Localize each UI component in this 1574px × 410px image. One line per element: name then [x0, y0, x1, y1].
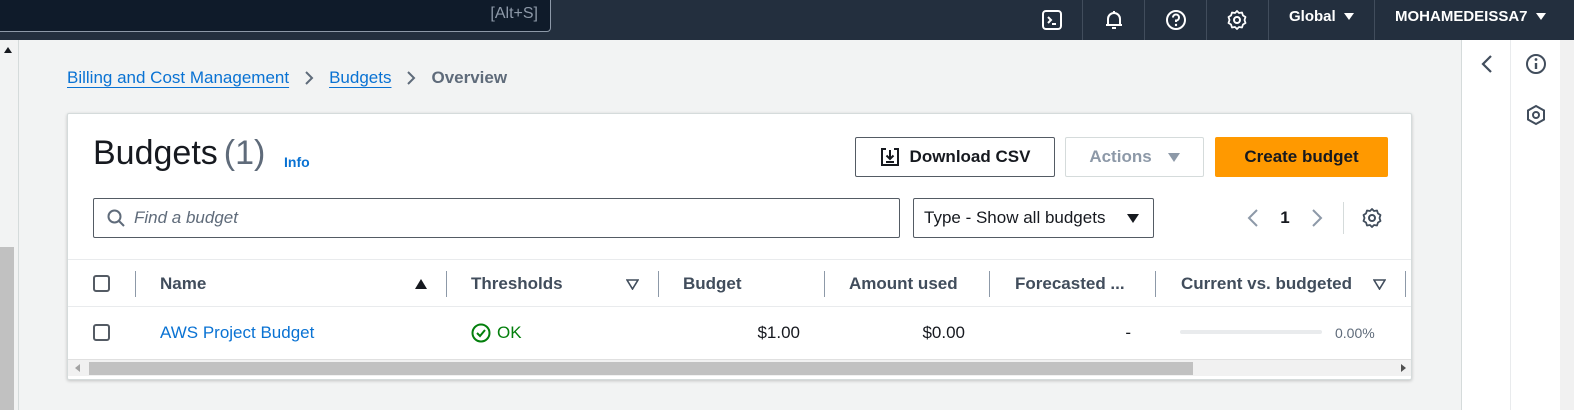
sort-descending-icon[interactable] — [626, 279, 639, 290]
scroll-thumb[interactable] — [0, 247, 14, 410]
download-csv-label: Download CSV — [909, 147, 1031, 166]
scroll-up-icon[interactable] — [4, 47, 12, 53]
type-filter-value: Type - Show all budgets — [924, 208, 1106, 227]
nav-divider — [1082, 0, 1083, 40]
search-icon — [107, 209, 125, 227]
caret-down-icon — [1535, 12, 1546, 20]
region-selector[interactable]: Global — [1289, 6, 1354, 26]
table-preferences-button[interactable] — [1358, 204, 1386, 232]
create-budget-button[interactable]: Create budget — [1215, 137, 1388, 177]
forecasted-value: - — [1125, 323, 1131, 342]
find-budget-field[interactable] — [93, 198, 900, 238]
column-current-vs-budgeted[interactable]: Current vs. budgeted — [1181, 260, 1352, 308]
actions-label: Actions — [1089, 147, 1152, 166]
info-link[interactable]: Info — [284, 154, 310, 170]
sort-descending-icon[interactable] — [1373, 279, 1386, 290]
cloudshell-icon[interactable] — [1035, 3, 1069, 37]
search-shortcut-hint: [Alt+S] — [490, 5, 538, 22]
top-navigation: [Alt+S] Global MOHAMEDEISSA7 — [0, 0, 1574, 40]
threshold-status: OK — [471, 307, 522, 359]
column-name[interactable]: Name — [160, 260, 206, 308]
tools-panel — [1461, 40, 1574, 410]
select-all-checkbox[interactable] — [93, 275, 110, 292]
column-divider — [824, 271, 825, 297]
nav-divider — [1144, 0, 1145, 40]
budgets-container: Budgets (1) Info Download CSV Actions Cre… — [67, 113, 1412, 380]
account-name: MOHAMEDEISSA7 — [1395, 7, 1528, 25]
account-menu[interactable]: MOHAMEDEISSA7 — [1395, 6, 1546, 26]
download-icon — [880, 148, 899, 166]
bell-icon[interactable] — [1097, 3, 1131, 37]
row-checkbox[interactable] — [93, 324, 110, 341]
column-thresholds[interactable]: Thresholds — [471, 260, 563, 308]
help-icon[interactable] — [1159, 3, 1193, 37]
info-icon[interactable] — [1524, 52, 1548, 76]
create-budget-label: Create budget — [1244, 147, 1359, 166]
current-vs-budgeted-value: 0.00% — [1335, 325, 1375, 341]
left-scrollbar[interactable] — [0, 40, 19, 410]
scroll-thumb[interactable] — [89, 362, 1193, 375]
budget-count: (1) — [223, 134, 266, 172]
caret-down-icon — [1167, 152, 1180, 162]
chevron-left-icon — [1247, 209, 1258, 227]
pagination: 1 — [1240, 204, 1330, 232]
sort-ascending-icon[interactable] — [415, 279, 427, 289]
table-header: Name Thresholds Budget Amount used Forec… — [68, 259, 1411, 308]
breadcrumb-budgets[interactable]: Budgets — [329, 68, 391, 88]
gear-icon[interactable] — [1220, 3, 1254, 37]
find-budget-input[interactable] — [134, 208, 854, 228]
gear-icon — [1362, 208, 1382, 228]
scroll-right-icon[interactable] — [1401, 364, 1406, 372]
nav-divider — [1374, 0, 1375, 40]
breadcrumb-billing[interactable]: Billing and Cost Management — [67, 68, 289, 88]
budget-value: $1.00 — [757, 323, 800, 342]
caret-down-icon — [1343, 12, 1354, 20]
budget-progress-bar — [1180, 330, 1322, 334]
column-amount-used[interactable]: Amount used — [849, 260, 958, 308]
column-forecasted[interactable]: Forecasted ... — [1015, 260, 1125, 308]
current-page[interactable]: 1 — [1266, 208, 1304, 228]
nav-divider — [1206, 0, 1207, 40]
collapse-panel-icon[interactable] — [1475, 52, 1499, 76]
column-divider — [446, 271, 447, 297]
horizontal-scrollbar[interactable] — [68, 359, 1411, 376]
caret-down-icon — [1127, 213, 1139, 223]
column-divider — [989, 271, 990, 297]
budget-name-link[interactable]: AWS Project Budget — [160, 307, 314, 359]
chevron-right-icon — [289, 70, 329, 86]
next-page-button[interactable] — [1304, 204, 1330, 232]
column-divider — [658, 271, 659, 297]
breadcrumb: Billing and Cost Management Budgets Over… — [67, 66, 507, 90]
nav-divider — [1268, 0, 1269, 40]
chevron-right-icon — [1312, 209, 1323, 227]
actions-button[interactable]: Actions — [1065, 137, 1204, 177]
right-scrollbar[interactable] — [1560, 40, 1574, 410]
scroll-left-icon[interactable] — [75, 364, 80, 372]
column-budget[interactable]: Budget — [683, 260, 742, 308]
column-divider — [135, 271, 136, 297]
pager-divider — [1343, 202, 1344, 234]
column-divider — [1405, 271, 1406, 297]
type-filter-select[interactable]: Type - Show all budgets — [913, 198, 1154, 238]
panel-divider — [1510, 40, 1511, 410]
breadcrumb-current: Overview — [431, 68, 508, 87]
resources-icon[interactable] — [1524, 103, 1548, 127]
previous-page-button[interactable] — [1240, 204, 1266, 232]
title-text: Budgets — [93, 134, 218, 172]
amount-used-value: $0.00 — [922, 323, 965, 342]
column-divider — [1155, 271, 1156, 297]
table-row: AWS Project Budget OK $1.00 $0.00 - 0.00… — [68, 307, 1411, 359]
chevron-right-icon — [391, 70, 431, 86]
download-csv-button[interactable]: Download CSV — [855, 137, 1055, 177]
global-search-input[interactable]: [Alt+S] — [0, 0, 551, 32]
region-label: Global — [1289, 7, 1336, 25]
check-circle-icon — [471, 323, 491, 343]
page-title: Budgets (1) — [93, 134, 265, 173]
threshold-status-label: OK — [497, 323, 522, 342]
